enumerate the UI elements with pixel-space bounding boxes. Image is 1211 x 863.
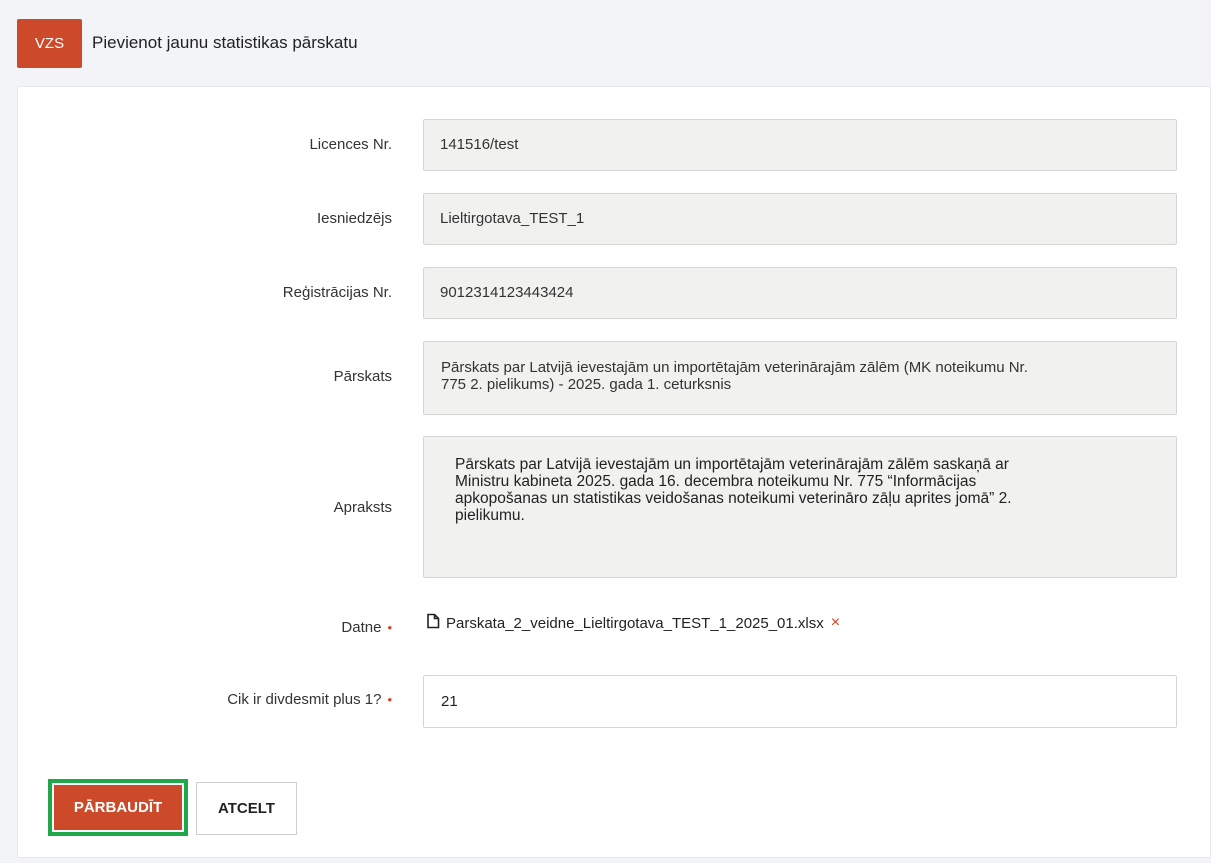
- captcha-label: Cik ir divdesmit plus 1? •: [227, 691, 392, 708]
- file-icon: [426, 613, 446, 633]
- form-card: Licences Nr. 141516/test Iesniedzējs Lie…: [17, 86, 1211, 858]
- description-text-line: Pārskats par Latvijā ievestajām un impor…: [455, 456, 1009, 473]
- check-button[interactable]: PĀRBAUDĪT: [54, 785, 182, 830]
- file-label-text: Datne: [341, 619, 382, 636]
- attached-file: Parskata_2_veidne_Lieltirgotava_TEST_1_2…: [426, 613, 840, 633]
- description-text-line: Ministru kabineta 2025. gada 16. decembr…: [455, 473, 977, 490]
- required-marker: •: [387, 620, 392, 635]
- file-label: Datne •: [341, 619, 392, 636]
- registration-field: 9012314123443424: [423, 267, 1177, 319]
- report-field: Pārskats par Latvijā ievestajām un impor…: [423, 341, 1177, 415]
- description-text-line: pielikumu.: [455, 507, 525, 524]
- vzs-logo: VZS: [17, 19, 82, 68]
- report-text-line: 775 2. pielikums) - 2025. gada 1. ceturk…: [441, 376, 732, 393]
- captcha-label-text: Cik ir divdesmit plus 1?: [227, 691, 382, 708]
- license-label: Licences Nr.: [309, 136, 392, 153]
- submitter-label: Iesniedzējs: [316, 210, 392, 227]
- file-name-link[interactable]: Parskata_2_veidne_Lieltirgotava_TEST_1_2…: [446, 615, 824, 632]
- required-marker: •: [387, 692, 392, 707]
- description-textarea[interactable]: Pārskats par Latvijā ievestajām un impor…: [423, 436, 1177, 578]
- report-label: Pārskats: [333, 368, 392, 385]
- report-text-line: Pārskats par Latvijā ievestajām un impor…: [441, 359, 1028, 376]
- page-title: Pievienot jaunu statistikas pārskatu: [92, 33, 358, 52]
- description-text-line: apkopošanas un statistikas veidošanas no…: [455, 490, 1012, 507]
- description-label: Apraksts: [333, 499, 392, 516]
- registration-label: Reģistrācijas Nr.: [282, 284, 392, 301]
- check-button-highlight: PĀRBAUDĪT: [48, 779, 188, 836]
- page-header: VZS Pievienot jaunu statistikas pārskatu: [0, 0, 1211, 86]
- remove-file-icon[interactable]: ×: [831, 614, 840, 632]
- license-field: 141516/test: [423, 119, 1177, 171]
- submitter-field: Lieltirgotava_TEST_1: [423, 193, 1177, 245]
- cancel-button[interactable]: ATCELT: [196, 782, 297, 835]
- captcha-input[interactable]: 21: [423, 675, 1177, 728]
